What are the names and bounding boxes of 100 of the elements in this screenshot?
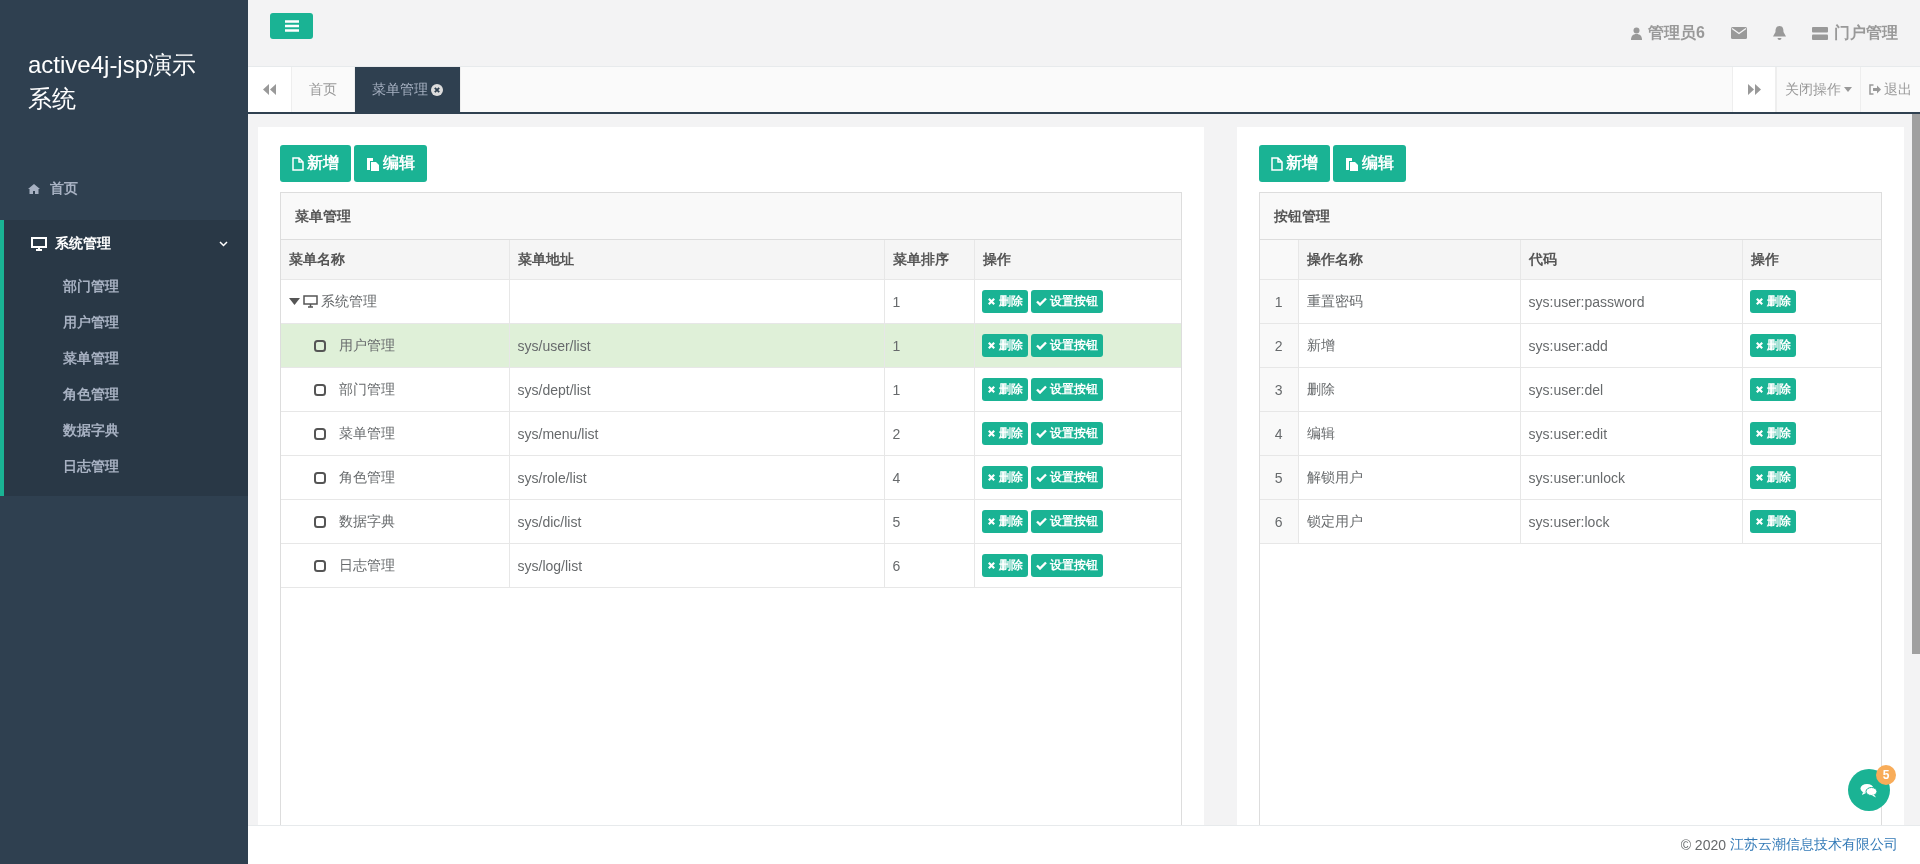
table-cell: 1 <box>884 367 974 412</box>
close-icon <box>1754 429 1764 438</box>
table-cell: 1 <box>884 279 974 324</box>
nav-subitem[interactable]: 用户管理 <box>4 304 248 340</box>
close-icon <box>1754 297 1764 306</box>
delete-button[interactable]: 删除 <box>981 334 1028 357</box>
delete-button[interactable]: 删除 <box>1749 290 1796 313</box>
check-icon <box>1035 297 1047 306</box>
close-icon <box>1754 385 1764 394</box>
menu-name: 菜单管理 <box>339 424 395 443</box>
column-header: 菜单名称 <box>281 240 509 280</box>
nav-group[interactable]: 系统管理 <box>4 220 248 268</box>
set-buttons-button[interactable]: 设置按钮 <box>1030 334 1103 357</box>
bell-icon[interactable] <box>1773 26 1786 40</box>
table-row[interactable]: 系统管理 1 删除 设置按钮 <box>281 279 1181 324</box>
monitor-icon <box>31 237 47 251</box>
file-icon <box>1271 156 1283 171</box>
table-row[interactable]: 菜单管理 sys/menu/list 2 删除 设置按钮 <box>281 411 1181 456</box>
delete-button[interactable]: 删除 <box>1749 334 1796 357</box>
check-icon <box>1035 341 1047 350</box>
close-icon <box>986 385 996 394</box>
delete-button[interactable]: 删除 <box>1749 510 1796 533</box>
set-buttons-button[interactable]: 设置按钮 <box>1030 554 1103 577</box>
nav-subitem[interactable]: 角色管理 <box>4 376 248 412</box>
table-title: 按钮管理 <box>1260 193 1881 240</box>
table-title: 菜单管理 <box>281 193 1181 240</box>
add-button[interactable]: 新增 <box>1259 145 1330 182</box>
scrollbar[interactable] <box>1912 114 1920 654</box>
sign-out-icon <box>1869 84 1881 95</box>
nav-subitem[interactable]: 日志管理 <box>4 448 248 484</box>
company-link[interactable]: 江苏云潮信息技术有限公司 <box>1730 836 1898 854</box>
scroll-left-button[interactable] <box>248 67 292 112</box>
table-cell: sys:user:edit <box>1520 411 1742 456</box>
mail-icon[interactable] <box>1731 27 1747 39</box>
add-button[interactable]: 新增 <box>280 145 351 182</box>
delete-button[interactable]: 删除 <box>981 290 1028 313</box>
nav-subitem[interactable]: 部门管理 <box>4 268 248 304</box>
table-cell: 5 <box>884 499 974 544</box>
square-icon <box>314 427 326 440</box>
close-icon <box>1754 341 1764 350</box>
delete-button[interactable]: 删除 <box>981 378 1028 401</box>
set-buttons-button[interactable]: 设置按钮 <box>1030 510 1103 533</box>
table-cell: 解锁用户 <box>1298 455 1520 500</box>
delete-button[interactable]: 删除 <box>981 554 1028 577</box>
table-cell: 6 <box>884 543 974 588</box>
delete-button[interactable]: 删除 <box>1749 378 1796 401</box>
delete-button[interactable]: 删除 <box>1749 466 1796 489</box>
set-buttons-button[interactable]: 设置按钮 <box>1030 422 1103 445</box>
square-icon <box>314 559 326 572</box>
home-icon <box>28 184 40 194</box>
column-header: 菜单地址 <box>509 240 884 280</box>
column-header: 操作名称 <box>1298 240 1520 280</box>
table-cell: sys/role/list <box>509 455 884 500</box>
close-icon <box>986 429 996 438</box>
chevron-icon <box>219 241 228 247</box>
set-buttons-button[interactable]: 设置按钮 <box>1030 378 1103 401</box>
scroll-right-button[interactable] <box>1732 67 1776 112</box>
table-row[interactable]: 数据字典 sys/dic/list 5 删除 设置按钮 <box>281 499 1181 544</box>
set-buttons-button[interactable]: 设置按钮 <box>1030 290 1103 313</box>
table-cell: sys/dept/list <box>509 367 884 412</box>
table-cell: 新增 <box>1298 323 1520 368</box>
nav-item[interactable]: 首页 <box>0 158 248 220</box>
nav-subitem[interactable]: 菜单管理 <box>4 340 248 376</box>
nav-subitem[interactable]: 数据字典 <box>4 412 248 448</box>
table-row[interactable]: 日志管理 sys/log/list 6 删除 设置按钮 <box>281 543 1181 588</box>
user-icon <box>1631 26 1643 40</box>
check-icon <box>1035 429 1047 438</box>
close-icon <box>1754 517 1764 526</box>
set-buttons-button[interactable]: 设置按钮 <box>1030 466 1103 489</box>
copy-icon <box>1345 156 1359 171</box>
check-icon <box>1035 473 1047 482</box>
row-number: 5 <box>1260 455 1298 500</box>
table-cell: 1 <box>884 323 974 368</box>
menu-button[interactable] <box>270 13 313 39</box>
table-row[interactable]: 用户管理 sys/user/list 1 删除 设置按钮 <box>281 323 1181 368</box>
column-header: 操作 <box>1742 240 1881 280</box>
delete-button[interactable]: 删除 <box>1749 422 1796 445</box>
portal-menu[interactable]: 门户管理 <box>1812 22 1898 44</box>
close-icon[interactable] <box>431 83 443 96</box>
delete-button[interactable]: 删除 <box>981 466 1028 489</box>
table-cell: sys:user:del <box>1520 367 1742 412</box>
caret-icon[interactable] <box>289 298 300 306</box>
table-cell: sys:user:add <box>1520 323 1742 368</box>
user-menu[interactable]: 管理员6 <box>1631 22 1705 44</box>
monitor-icon <box>303 295 318 309</box>
table-cell: sys/log/list <box>509 543 884 588</box>
table-cell: sys/menu/list <box>509 411 884 456</box>
table-cell: sys:user:password <box>1520 279 1742 324</box>
row-number: 2 <box>1260 323 1298 368</box>
tab[interactable]: 菜单管理 <box>355 67 461 112</box>
menu-name: 数据字典 <box>339 512 395 531</box>
edit-button[interactable]: 编辑 <box>354 145 427 182</box>
delete-button[interactable]: 删除 <box>981 510 1028 533</box>
edit-button[interactable]: 编辑 <box>1333 145 1406 182</box>
column-header: 菜单排序 <box>884 240 974 280</box>
delete-button[interactable]: 删除 <box>981 422 1028 445</box>
table-cell: 锁定用户 <box>1298 499 1520 544</box>
table-row[interactable]: 部门管理 sys/dept/list 1 删除 设置按钮 <box>281 367 1181 412</box>
row-number: 3 <box>1260 367 1298 412</box>
table-row[interactable]: 角色管理 sys/role/list 4 删除 设置按钮 <box>281 455 1181 500</box>
